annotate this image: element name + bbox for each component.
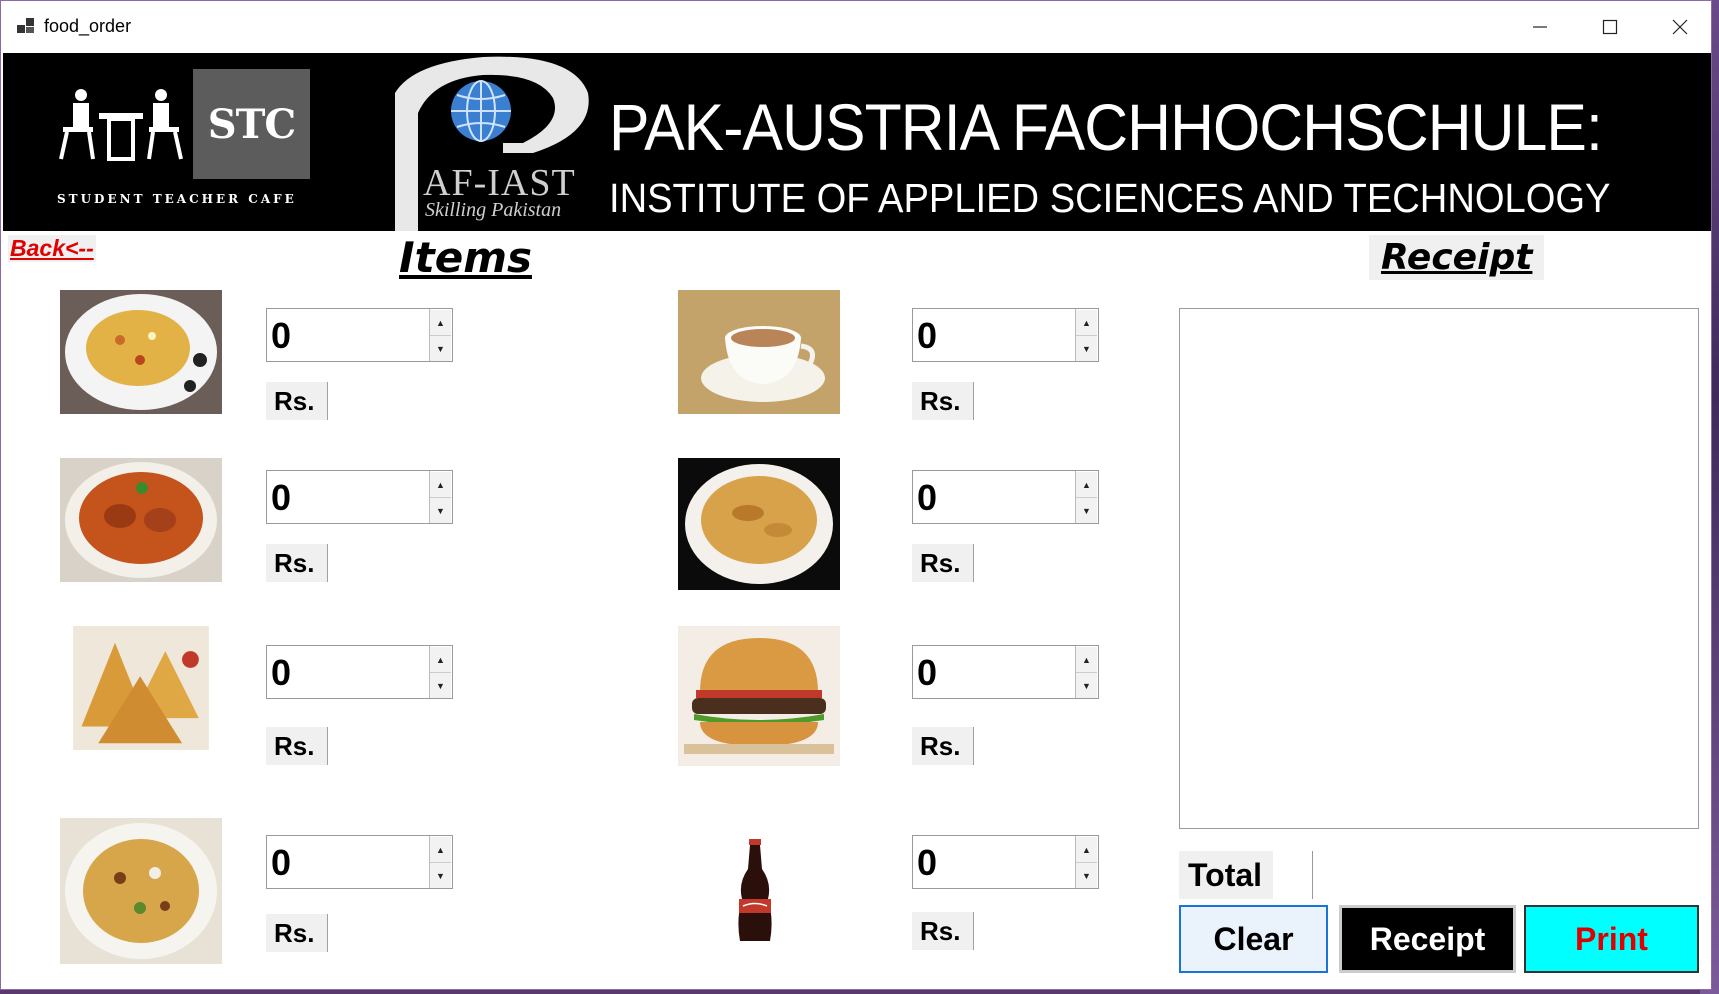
quantity-value[interactable]: 0 <box>917 842 937 884</box>
price-label: Rs. <box>912 544 974 582</box>
maximize-button[interactable] <box>1580 9 1640 45</box>
quantity-value[interactable]: 0 <box>271 315 291 357</box>
cola-bottle-image <box>738 839 772 941</box>
burger-image <box>678 626 840 766</box>
back-link[interactable]: Back<-- <box>8 235 96 262</box>
stc-logo: STC <box>193 69 310 179</box>
quantity-value[interactable]: 0 <box>917 315 937 357</box>
price-label: Rs. <box>912 912 974 950</box>
close-icon <box>1672 19 1688 35</box>
price-label: Rs. <box>266 727 328 765</box>
arrow-down-icon: ▼ <box>436 680 445 691</box>
price-label: Rs. <box>266 382 328 420</box>
print-button[interactable]: Print <box>1524 905 1699 973</box>
quantity-stepper[interactable]: 0 ▲ ▼ <box>266 835 453 889</box>
quantity-value[interactable]: 0 <box>917 477 937 519</box>
quantity-stepper[interactable]: 0 ▲ ▼ <box>266 645 453 699</box>
arrow-up-icon: ▲ <box>436 317 445 328</box>
quantity-stepper[interactable]: 0 ▲ ▼ <box>912 308 1099 362</box>
arrow-up-icon: ▲ <box>1082 844 1091 855</box>
arrow-up-icon: ▲ <box>1082 654 1091 665</box>
decrement-button[interactable]: ▼ <box>1076 673 1097 698</box>
receipt-heading: Receipt <box>1369 235 1545 280</box>
increment-button[interactable]: ▲ <box>430 647 451 673</box>
close-button[interactable] <box>1650 9 1710 45</box>
clear-button[interactable]: Clear <box>1179 905 1328 973</box>
maximize-icon <box>1602 19 1618 35</box>
quantity-value[interactable]: 0 <box>271 842 291 884</box>
arrow-down-icon: ▼ <box>436 505 445 516</box>
receipt-button[interactable]: Receipt <box>1339 905 1516 973</box>
increment-button[interactable]: ▲ <box>430 472 451 498</box>
decrement-button[interactable]: ▼ <box>430 336 451 361</box>
arrow-up-icon: ▲ <box>1082 479 1091 490</box>
quantity-stepper[interactable]: 0 ▲ ▼ <box>912 470 1099 524</box>
tea-image <box>678 290 840 414</box>
quantity-stepper[interactable]: 0 ▲ ▼ <box>266 470 453 524</box>
decrement-button[interactable]: ▼ <box>1076 498 1097 523</box>
increment-button[interactable]: ▲ <box>1076 837 1097 863</box>
quantity-stepper[interactable]: 0 ▲ ▼ <box>912 645 1099 699</box>
quantity-stepper[interactable]: 0 ▲ ▼ <box>912 835 1099 889</box>
price-label: Rs. <box>912 382 974 420</box>
title-bar: food_order <box>1 1 1711 53</box>
arrow-down-icon: ▼ <box>1082 680 1091 691</box>
minimize-icon <box>1533 26 1547 28</box>
price-label: Rs. <box>266 914 328 952</box>
decrement-button[interactable]: ▼ <box>430 498 451 523</box>
total-label: Total <box>1179 851 1273 899</box>
quantity-stepper[interactable]: 0 ▲ ▼ <box>266 308 453 362</box>
arrow-down-icon: ▼ <box>1082 870 1091 881</box>
app-window: food_order STC STUDENT TEACHER CAFE AF-I… <box>0 0 1712 990</box>
increment-button[interactable]: ▲ <box>1076 310 1097 336</box>
decrement-button[interactable]: ▼ <box>1076 863 1097 888</box>
stc-people-logo-icon <box>59 89 183 161</box>
decrement-button[interactable]: ▼ <box>430 863 451 888</box>
university-name-line1: PAK-AUSTRIA FACHHOCHSCHULE: <box>609 90 1603 164</box>
quantity-value[interactable]: 0 <box>271 652 291 694</box>
quantity-value[interactable]: 0 <box>917 652 937 694</box>
arrow-up-icon: ▲ <box>1082 317 1091 328</box>
arrow-up-icon: ▲ <box>436 479 445 490</box>
increment-button[interactable]: ▲ <box>1076 472 1097 498</box>
arrow-down-icon: ▼ <box>1082 505 1091 516</box>
stc-caption: STUDENT TEACHER CAFE <box>57 192 297 206</box>
window-title: food_order <box>44 16 132 36</box>
increment-button[interactable]: ▲ <box>430 310 451 336</box>
receipt-textbox[interactable] <box>1179 308 1699 829</box>
total-value <box>1312 851 1313 899</box>
items-heading: Items <box>399 233 532 282</box>
arrow-down-icon: ▼ <box>436 343 445 354</box>
biryani-image <box>60 290 222 414</box>
decrement-button[interactable]: ▼ <box>1076 336 1097 361</box>
arrow-down-icon: ▼ <box>436 870 445 881</box>
arrow-up-icon: ▲ <box>436 844 445 855</box>
chicken-curry-image <box>60 458 222 582</box>
quantity-value[interactable]: 0 <box>271 477 291 519</box>
increment-button[interactable]: ▲ <box>430 837 451 863</box>
paratha-image <box>678 458 840 590</box>
app-icon <box>17 18 34 33</box>
price-label: Rs. <box>266 544 328 582</box>
price-label: Rs. <box>912 727 974 765</box>
minimize-button[interactable] <box>1510 9 1570 45</box>
university-name-line2: INSTITUTE OF APPLIED SCIENCES AND TECHNO… <box>609 175 1611 221</box>
samosa-image <box>73 626 209 750</box>
decrement-button[interactable]: ▼ <box>430 673 451 698</box>
chaat-image <box>60 818 222 964</box>
banner: STC STUDENT TEACHER CAFE AF-IAST Skillin… <box>3 53 1711 231</box>
increment-button[interactable]: ▲ <box>1076 647 1097 673</box>
arrow-down-icon: ▼ <box>1082 343 1091 354</box>
afiast-tagline: Skilling Pakistan <box>425 199 562 221</box>
arrow-up-icon: ▲ <box>436 654 445 665</box>
